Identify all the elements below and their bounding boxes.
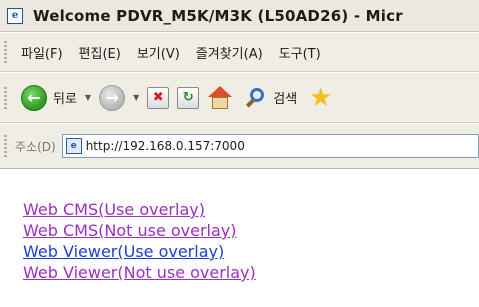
standard-toolbar: ← 뒤로 ▼ → ▼ ✖ ↻ 검색 ★: [0, 73, 479, 123]
page-icon: e: [65, 138, 82, 154]
forward-arrow-icon: →: [99, 84, 126, 111]
back-arrow-icon: ←: [21, 84, 47, 111]
address-bar: 주소(D) e http://192.168.0.157:7000: [0, 124, 479, 169]
menu-tools[interactable]: 도구(T): [279, 43, 321, 62]
link-web-cms-use-overlay[interactable]: Web CMS(Use overlay): [23, 199, 479, 220]
menu-view[interactable]: 보기(V): [137, 43, 180, 62]
link-web-cms-not-use-overlay[interactable]: Web CMS(Not use overlay): [23, 220, 479, 241]
page-content: Web CMS(Use overlay) Web CMS(Not use ove…: [0, 170, 479, 307]
toolbar-grip[interactable]: [4, 41, 7, 63]
back-label: 뒤로: [53, 92, 77, 107]
home-button[interactable]: [207, 85, 233, 110]
stop-button[interactable]: ✖: [147, 86, 170, 109]
address-label: 주소(D): [15, 139, 56, 154]
menu-edit[interactable]: 편집(E): [79, 43, 121, 62]
search-label: 검색: [273, 92, 298, 107]
link-web-viewer-use-overlay[interactable]: Web Viewer(Use overlay): [23, 241, 479, 262]
link-web-viewer-not-use-overlay[interactable]: Web Viewer(Not use overlay): [23, 262, 479, 283]
home-icon: [207, 85, 233, 110]
menu-file[interactable]: 파일(F): [21, 43, 63, 62]
menu-bar: 파일(F) 편집(E) 보기(V) 즐겨찾기(A) 도구(T): [0, 33, 479, 72]
forward-button[interactable]: → ▼: [99, 84, 139, 111]
refresh-button[interactable]: ↻: [177, 86, 200, 109]
stop-icon: ✖: [147, 86, 170, 109]
forward-dropdown-icon[interactable]: ▼: [133, 93, 139, 102]
favorites-button[interactable]: ★: [309, 85, 332, 111]
search-icon: [245, 87, 267, 109]
window-title: Welcome PDVR_M5K/M3K (L50AD26) - Micr: [33, 6, 403, 25]
toolbar-grip[interactable]: [4, 135, 7, 157]
address-value[interactable]: http://192.168.0.157:7000: [86, 139, 245, 153]
search-button[interactable]: 검색: [245, 87, 297, 109]
toolbar-grip[interactable]: [4, 86, 7, 109]
address-input[interactable]: e http://192.168.0.157:7000: [61, 134, 479, 158]
title-bar: e Welcome PDVR_M5K/M3K (L50AD26) - Micr: [0, 0, 479, 32]
back-dropdown-icon[interactable]: ▼: [85, 93, 91, 102]
refresh-icon: ↻: [177, 86, 200, 109]
ie-page-icon: e: [7, 7, 23, 24]
star-icon: ★: [309, 82, 333, 113]
back-button[interactable]: ← 뒤로 ▼: [21, 84, 91, 111]
menu-favorites[interactable]: 즐겨찾기(A): [196, 43, 263, 62]
